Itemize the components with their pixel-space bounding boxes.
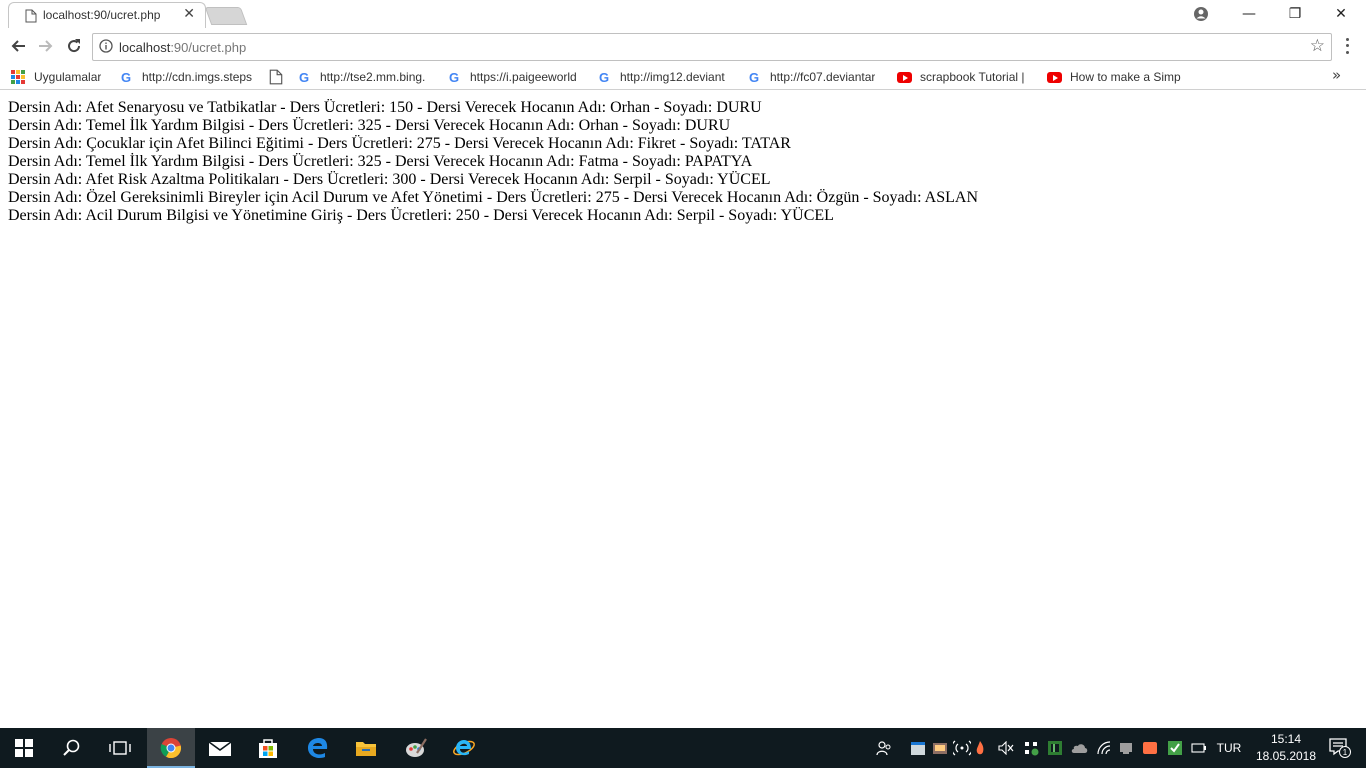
page-content: Dersin Adı: Afet Senaryosu ve Tatbikatla… (8, 99, 978, 225)
browser-menu-icon[interactable] (1340, 36, 1354, 56)
taskbar-internet-explorer[interactable] (440, 728, 488, 768)
taskbar-store[interactable] (244, 728, 292, 768)
windows-taskbar: TUR 15:14 18.05.2018 1 (0, 728, 1366, 768)
taskbar-chrome[interactable] (147, 728, 195, 768)
back-button[interactable] (6, 34, 30, 58)
search-icon (63, 739, 80, 756)
bookmark-paigeeworld[interactable]: G https://i.paigeeworld (446, 68, 584, 86)
notification-count: 1 (1343, 748, 1348, 757)
taskbar-paint[interactable] (392, 728, 440, 768)
bookmark-fc07-deviantart[interactable]: G http://fc07.deviantar (746, 68, 882, 86)
course-line: Dersin Adı: Acil Durum Bilgisi ve Yöneti… (8, 207, 834, 224)
bookmarks-bar: Uygulamalar G http://cdn.imgs.steps G ht… (0, 64, 1366, 90)
google-icon: G (120, 69, 132, 85)
search-button[interactable] (48, 728, 96, 768)
back-arrow-icon (11, 40, 25, 52)
wireless-broadcast-icon[interactable] (952, 728, 972, 768)
checkbox-app-icon[interactable] (1164, 728, 1186, 768)
edge-icon (308, 738, 328, 758)
bookmark-cdn-imgs[interactable]: G http://cdn.imgs.steps (118, 68, 256, 86)
clock-time: 15:14 (1270, 732, 1302, 746)
battery-icon[interactable] (1188, 728, 1210, 768)
new-tab-button[interactable] (204, 7, 248, 25)
course-line: Dersin Adı: Afet Senaryosu ve Tatbikatla… (8, 99, 762, 116)
reload-button[interactable] (62, 34, 86, 58)
onedrive-icon[interactable] (1068, 728, 1090, 768)
bookmark-img12-deviant[interactable]: G http://img12.deviant (596, 68, 734, 86)
bookmark-star-icon[interactable]: ☆ (1310, 36, 1325, 56)
google-icon: G (748, 69, 760, 85)
folder-icon (356, 742, 376, 756)
calendar-app-icon[interactable] (908, 728, 928, 768)
wifi-icon[interactable] (1094, 728, 1114, 768)
clock[interactable]: 15:14 18.05.2018 (1252, 731, 1320, 765)
profile-icon[interactable] (1193, 6, 1209, 22)
page-icon (25, 9, 37, 23)
browser-tab[interactable]: localhost:90/ucret.php ✕ (8, 2, 206, 28)
reload-icon (68, 39, 81, 53)
youtube-icon (896, 69, 912, 85)
taskbar-file-explorer[interactable] (342, 728, 390, 768)
info-icon[interactable] (99, 39, 113, 53)
language-indicator[interactable]: TUR (1212, 728, 1246, 768)
task-view-button[interactable] (96, 728, 144, 768)
windows-logo-icon (15, 739, 33, 757)
close-window-button[interactable]: ✕ (1318, 0, 1364, 28)
course-line: Dersin Adı: Çocuklar için Afet Bilinci E… (8, 135, 791, 152)
url-path: :90/ucret.php (170, 40, 247, 55)
taskbar-edge[interactable] (294, 728, 342, 768)
chrome-icon (160, 738, 182, 759)
google-icon: G (598, 69, 610, 85)
green-app-icon[interactable] (1044, 728, 1066, 768)
google-icon: G (298, 69, 310, 85)
course-line: Dersin Adı: Özel Gereksinimli Bireyler i… (8, 189, 978, 206)
bookmark-scrapbook-tutorial[interactable]: scrapbook Tutorial | (896, 68, 1030, 86)
apps-icon (10, 69, 26, 85)
course-line: Dersin Adı: Temel İlk Yardım Bilgisi - D… (8, 117, 731, 134)
forward-button[interactable] (34, 34, 58, 58)
minimize-button[interactable]: — (1226, 0, 1272, 28)
bookmark-how-to-make[interactable]: How to make a Simp (1046, 68, 1182, 86)
store-icon (259, 739, 277, 758)
course-line: Dersin Adı: Temel İlk Yardım Bilgisi - D… (8, 153, 753, 170)
network-app-icon[interactable] (1116, 728, 1136, 768)
forward-arrow-icon (39, 40, 53, 52)
paint-icon (406, 738, 427, 757)
bookmarks-overflow-icon[interactable]: » (1332, 66, 1341, 84)
task-view-icon (109, 741, 131, 755)
bookmark-apps[interactable]: Uygulamalar (10, 68, 110, 86)
tab-strip: localhost:90/ucret.php ✕ — ❐ ✕ (0, 0, 1366, 28)
flame-app-icon[interactable] (972, 728, 988, 768)
url-host: localhost (119, 40, 171, 55)
course-line: Dersin Adı: Afet Risk Azaltma Politikala… (8, 171, 771, 188)
action-center-button[interactable]: 1 (1320, 728, 1360, 768)
notification-icon: 1 (1329, 738, 1351, 758)
maximize-button[interactable]: ❐ (1272, 0, 1318, 28)
bookmark-tse2-bing[interactable]: G http://tse2.mm.bing. (296, 68, 432, 86)
mail-icon (208, 741, 232, 756)
volume-muted-icon[interactable] (996, 728, 1016, 768)
tray-app-icon[interactable] (930, 728, 950, 768)
page-icon (269, 69, 283, 85)
clock-date: 18.05.2018 (1255, 749, 1317, 763)
tab-title: localhost:90/ucret.php (43, 8, 161, 22)
taskbar-mail[interactable] (196, 728, 244, 768)
url-text[interactable]: localhost:90/ucret.php (119, 40, 246, 55)
youtube-icon (1046, 69, 1062, 85)
internet-explorer-icon (453, 740, 475, 756)
people-icon[interactable] (872, 728, 896, 768)
bookmark-page[interactable] (268, 68, 286, 86)
orange-app-icon[interactable] (1140, 728, 1160, 768)
start-button[interactable] (0, 728, 48, 768)
tab-close-icon[interactable]: ✕ (183, 6, 195, 22)
address-bar[interactable]: localhost:90/ucret.php ☆ (92, 33, 1332, 61)
google-icon: G (448, 69, 460, 85)
security-app-icon[interactable] (1020, 728, 1042, 768)
